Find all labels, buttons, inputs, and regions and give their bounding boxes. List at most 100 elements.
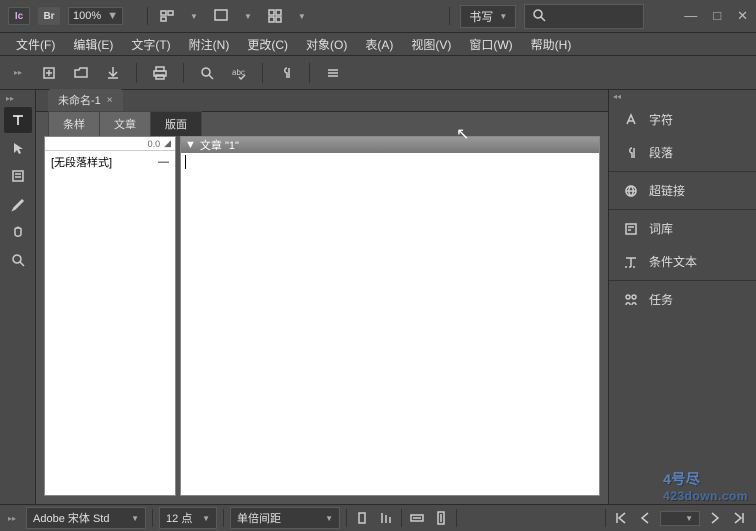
style-header-caret: ◢ <box>164 138 171 149</box>
go-prev-icon[interactable] <box>636 509 654 527</box>
panel-paragraph[interactable]: 段落 <box>609 136 756 169</box>
zoom-dropdown[interactable]: 100% ▼ <box>68 7 123 25</box>
menu-file[interactable]: 文件(F) <box>8 34 63 55</box>
panel-conditional-text[interactable]: 条件文本 <box>609 245 756 278</box>
search-box[interactable] <box>524 4 644 29</box>
go-first-icon[interactable] <box>612 509 630 527</box>
find-icon[interactable] <box>198 64 216 82</box>
titlebar-tool-icons: ▼ ▼ ▼ <box>158 7 306 25</box>
menu-notes[interactable]: 附注(N) <box>181 34 238 55</box>
note-tool[interactable] <box>4 163 32 189</box>
editor-header[interactable]: ▼ 文章 "1" <box>181 137 599 153</box>
menu-view[interactable]: 视图(V) <box>403 34 459 55</box>
title-bar: Ic Br 100% ▼ ▼ ▼ ▼ 书写 ▼ — □ ✕ <box>0 0 756 33</box>
bridge-badge[interactable]: Br <box>38 7 60 25</box>
direct-select-tool[interactable] <box>4 135 32 161</box>
panel-thesaurus[interactable]: 词库 <box>609 212 756 245</box>
collapse-icon[interactable]: ◂◂ <box>609 92 621 101</box>
search-input[interactable] <box>551 10 641 22</box>
chevron-down-icon: ▼ <box>499 12 507 21</box>
leading-value: 单倍间距 <box>237 510 281 526</box>
editor-title: 文章 "1" <box>200 137 239 153</box>
vertical-text-icon[interactable] <box>432 509 450 527</box>
separator <box>147 7 148 25</box>
menu-edit[interactable]: 编辑(E) <box>65 34 121 55</box>
eyedropper-tool[interactable] <box>4 191 32 217</box>
panel-task[interactable]: 任务 <box>609 283 756 316</box>
zoom-tool[interactable] <box>4 247 32 273</box>
font-size-value: 12 点 <box>166 510 192 526</box>
style-row-label: [无段落样式] <box>51 154 112 170</box>
separator <box>223 509 224 527</box>
view-cards-icon[interactable] <box>158 7 176 25</box>
panel-label: 条件文本 <box>649 253 697 270</box>
menu-changes[interactable]: 更改(C) <box>239 34 296 55</box>
panel-tab-strip-style[interactable]: 条样 <box>48 111 100 136</box>
go-last-icon[interactable] <box>730 509 748 527</box>
maximize-button[interactable]: □ <box>713 8 721 24</box>
editor-body[interactable] <box>181 153 599 495</box>
main-area: ▸▸ 未命名-1 × 条样 文章 版面 0.0 ◢ <box>0 90 756 504</box>
minimize-button[interactable]: — <box>684 8 697 24</box>
zoom-value: 100% <box>73 10 101 22</box>
document-area: 未命名-1 × 条样 文章 版面 0.0 ◢ [无段落样式] — <box>36 90 608 504</box>
panel-hyperlink[interactable]: 超链接 <box>609 174 756 207</box>
page-input[interactable]: ▼ <box>660 511 700 526</box>
arrange-icon[interactable] <box>266 7 284 25</box>
expand-icon[interactable]: ▸▸ <box>6 94 14 103</box>
menu-help[interactable]: 帮助(H) <box>523 34 580 55</box>
thesaurus-icon <box>623 221 639 237</box>
panel-label: 词库 <box>649 220 673 237</box>
document-tab-strip: 未命名-1 × <box>36 90 608 112</box>
style-header-value: 0.0 <box>148 139 161 149</box>
separator <box>605 509 606 527</box>
close-tab-icon[interactable]: × <box>107 95 113 106</box>
leading-dropdown[interactable]: 单倍间距 ▼ <box>230 507 340 529</box>
divider <box>609 171 756 172</box>
spellcheck-icon[interactable]: abc <box>230 64 248 82</box>
print-icon[interactable] <box>151 64 169 82</box>
menu-window[interactable]: 窗口(W) <box>461 34 520 55</box>
expand-icon[interactable]: ▸▸ <box>14 68 22 77</box>
divider <box>609 280 756 281</box>
new-icon[interactable] <box>40 64 58 82</box>
menu-object[interactable]: 对象(O) <box>298 34 355 55</box>
workspace-dropdown[interactable]: 书写 ▼ <box>460 5 516 28</box>
style-row-suffix: — <box>158 156 169 168</box>
hand-tool[interactable] <box>4 219 32 245</box>
panel-character[interactable]: 字符 <box>609 103 756 136</box>
save-icon[interactable] <box>104 64 122 82</box>
text-cursor <box>185 155 186 169</box>
expand-icon[interactable]: ▸▸ <box>8 514 16 523</box>
style-row-no-paragraph[interactable]: [无段落样式] — <box>45 151 175 173</box>
document-tab-title: 未命名-1 <box>58 92 101 108</box>
menu-table[interactable]: 表(A) <box>357 34 401 55</box>
type-tool[interactable] <box>4 107 32 133</box>
style-panel-header: 0.0 ◢ <box>45 137 175 151</box>
close-button[interactable]: ✕ <box>737 8 748 24</box>
chevron-down-icon: ▼ <box>685 514 693 523</box>
right-panel: ◂◂ 字符 段落 超链接 词库 条件文本 任务 <box>608 90 756 504</box>
font-family-dropdown[interactable]: Adobe 宋体 Std ▼ <box>26 507 146 529</box>
font-size-dropdown[interactable]: 12 点 ▼ <box>159 507 217 529</box>
panel-tab-layout[interactable]: 版面 <box>150 111 202 136</box>
menu-lines-icon[interactable] <box>324 64 342 82</box>
separator <box>346 509 347 527</box>
panel-tab-story[interactable]: 文章 <box>99 111 151 136</box>
divider <box>609 209 756 210</box>
font-family-value: Adobe 宋体 Std <box>33 510 109 526</box>
go-next-icon[interactable] <box>706 509 724 527</box>
panel-label: 字符 <box>649 111 673 128</box>
document-tab[interactable]: 未命名-1 × <box>48 89 123 111</box>
pilcrow-icon[interactable] <box>277 64 295 82</box>
screen-mode-icon[interactable] <box>212 7 230 25</box>
panel-tab-strip: 条样 文章 版面 <box>36 112 608 136</box>
chevron-down-icon: ▼ <box>131 514 139 523</box>
menu-text[interactable]: 文字(T) <box>123 34 178 55</box>
horizontal-text-icon[interactable] <box>408 509 426 527</box>
character-icon <box>623 112 639 128</box>
chevron-down-icon: ▼ <box>190 12 198 21</box>
info-icon[interactable] <box>353 509 371 527</box>
sort-icon[interactable] <box>377 509 395 527</box>
open-icon[interactable] <box>72 64 90 82</box>
